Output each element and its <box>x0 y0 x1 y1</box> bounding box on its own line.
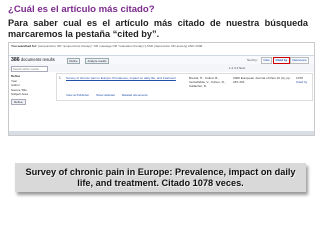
callout-box: Survey of chronic pain in Europe: Preval… <box>15 163 306 192</box>
callout-text: Survey of chronic pain in Europe: Preval… <box>25 167 296 188</box>
sort-cited-by[interactable]: Cited by <box>273 57 290 64</box>
view-publisher-link[interactable]: View at Publisher <box>66 93 89 97</box>
related-documents-link[interactable]: Related documents <box>122 93 148 97</box>
result-title-link[interactable]: Survey of chronic pain in Europe: Preval… <box>66 76 184 80</box>
search-row: Search within results 1 2 3 4 Next <box>9 64 314 72</box>
slide-instruction: Para saber cual es el artículo más citad… <box>8 18 308 39</box>
footer-bar <box>9 131 314 135</box>
slide-question: ¿Cuál es el artículo más citado? <box>8 4 155 15</box>
result-number: 1 <box>59 76 61 80</box>
sort-date[interactable]: Date <box>261 57 273 64</box>
sidebar-refine-button[interactable]: Refine <box>11 98 26 105</box>
sort-relevance[interactable]: Relevance <box>290 57 310 64</box>
sort-label: Sort by: <box>247 58 258 62</box>
sidebar-item-subject[interactable]: Subject Area <box>11 92 55 97</box>
query-prefix: You searched for: <box>11 44 38 48</box>
result-journal[interactable]: 2006 European Journal of Pain 10 (4), pp… <box>233 76 291 84</box>
refine-sidebar: Refine Year Author Source Title Subject … <box>11 74 55 105</box>
scopus-screenshot: You searched for: (acupuncture OR "acupu… <box>8 42 315 136</box>
result-authors[interactable]: Breivik, H., Collett, B., Ventafridda, V… <box>189 76 227 88</box>
show-abstract-link[interactable]: Show abstract <box>96 93 115 97</box>
query-text: (acupuncture OR "acupuncture therapy" OR… <box>37 44 206 48</box>
result-citations[interactable]: 1078 Cited by <box>296 76 310 84</box>
result-row: 1 Survey of chronic pain in Europe: Prev… <box>56 73 313 101</box>
pagination[interactable]: 1 2 3 4 Next <box>229 66 245 70</box>
search-query-line: You searched for: (acupuncture OR "acupu… <box>11 44 311 48</box>
result-links: View at Publisher Show abstract Related … <box>66 93 154 97</box>
search-within-input[interactable]: Search within results <box>11 65 48 72</box>
result-count: 386 documents results <box>11 57 55 63</box>
